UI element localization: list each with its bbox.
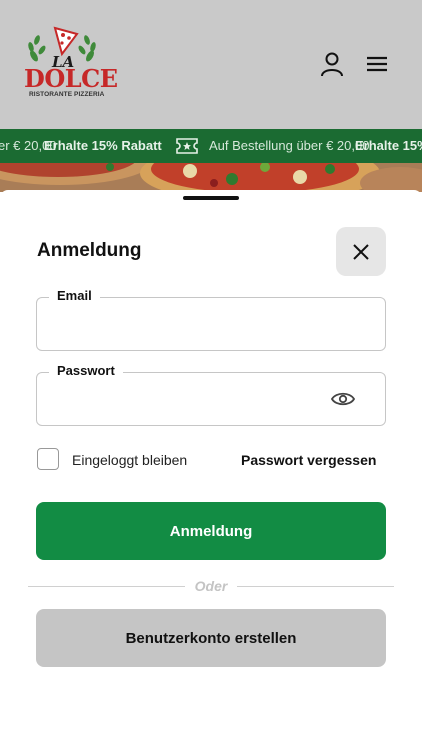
divider-line — [237, 586, 394, 587]
create-account-button[interactable]: Benutzerkonto erstellen — [36, 609, 386, 667]
login-sheet: Anmeldung Email Passwort Eingeloggt blei… — [0, 190, 422, 750]
email-input[interactable] — [51, 312, 331, 336]
password-input[interactable] — [51, 387, 331, 411]
email-label: Email — [49, 288, 100, 303]
login-title: Anmeldung — [37, 240, 142, 261]
remember-me-label: Eingeloggt bleiben — [72, 452, 188, 468]
forgot-password-link[interactable]: Passwort vergessen — [241, 452, 376, 468]
password-label: Passwort — [49, 363, 123, 378]
hero-image — [0, 163, 422, 192]
login-button[interactable]: Anmeldung — [36, 502, 386, 560]
password-field[interactable]: Passwort — [36, 363, 386, 426]
promo-text: Erhalte 15% Rabatt — [44, 138, 162, 153]
email-field[interactable]: Email — [36, 288, 386, 351]
sheet-drag-handle[interactable] — [183, 196, 239, 200]
divider-label: Oder — [194, 578, 228, 594]
background-page: LA DOLCE RISTORANTE PIZZERIA er € 20,00 … — [0, 0, 422, 192]
promo-text: Auf Bestellung über € 20,00 — [209, 138, 370, 153]
divider-line — [28, 586, 185, 587]
promo-text: Erhalte 15% — [355, 138, 422, 153]
promo-banner: er € 20,00 Erhalte 15% Rabatt Auf Bestel… — [0, 129, 422, 163]
logo-dolce-text: DOLCE — [24, 64, 118, 93]
restaurant-logo: LA DOLCE RISTORANTE PIZZERIA — [22, 26, 118, 102]
close-icon — [353, 244, 369, 260]
ticket-icon — [176, 138, 198, 154]
user-icon[interactable] — [318, 50, 346, 78]
eye-icon[interactable] — [331, 391, 355, 407]
remember-me-checkbox[interactable] — [37, 448, 59, 470]
hamburger-menu-icon[interactable] — [363, 50, 391, 78]
close-button[interactable] — [336, 227, 386, 276]
logo-subtitle: RISTORANTE PIZZERIA — [29, 91, 105, 98]
